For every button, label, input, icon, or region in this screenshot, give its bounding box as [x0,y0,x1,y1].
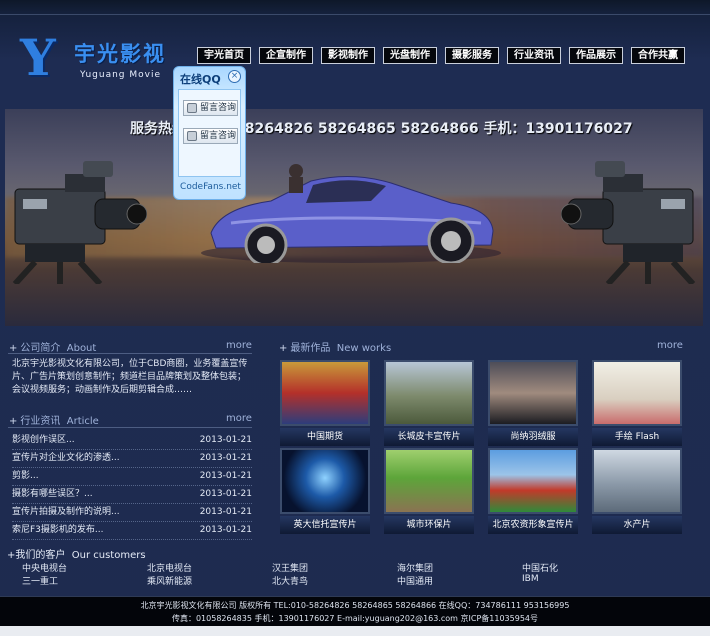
work-thumbnail [488,360,578,426]
article-row[interactable]: 宣传片对企业文化的渗透... 2013-01-21 [12,450,252,468]
main-nav: 宇光首页 企宣制作 影视制作 光盘制作 摄影服务 行业资讯 作品展示 合作共赢 [197,47,685,64]
work-thumbnail [592,448,682,514]
nav-works[interactable]: 作品展示 [569,47,623,64]
nav-photography[interactable]: 摄影服务 [445,47,499,64]
logo-mark: Y [20,28,56,87]
work-item[interactable]: 北京农资形象宣传片 [488,448,578,534]
article-list: 影视创作误区... 2013-01-21 宣传片对企业文化的渗透... 2013-0… [12,432,252,540]
page: Y 宇光影视 Yuguang Movie 宇光首页 企宣制作 影视制作 光盘制作… [0,0,710,636]
top-divider [0,14,710,15]
message-consult-label: 留言咨询 [200,103,237,113]
work-item[interactable]: 手绘 Flash [592,360,682,446]
about-heading: + 公司简介 About [9,343,97,354]
about-divider [8,353,252,354]
message-consult-label-2: 留言咨询 [200,131,237,141]
customer-name: 海尔集团 [397,564,434,574]
online-qq-panel: 在线QQ × 留言咨询 留言咨询 CodeFans.net [173,66,246,200]
article-row[interactable]: 影视创作误区... 2013-01-21 [12,432,252,450]
qq-panel-credit[interactable]: CodeFans.net [174,182,247,192]
work-caption: 英大信托宣传片 [280,516,370,534]
logo-name-cn: 宇光影视 [74,42,166,66]
work-caption: 水产片 [592,516,682,534]
message-icon [187,131,197,141]
work-item[interactable]: 长城皮卡宣传片 [384,360,474,446]
about-text: 北京宇光影视文化有限公司，位于CBD商圈，业务覆盖宣传片、广告片策划创意制作；频… [12,359,248,395]
work-caption: 尚纳羽绒服 [488,428,578,446]
hero-banner: 服务热线：010-58264826 58264865 58264866 手机：1… [5,109,703,326]
work-item[interactable]: 尚纳羽绒服 [488,360,578,446]
nav-disc-production[interactable]: 光盘制作 [383,47,437,64]
work-caption: 手绘 Flash [592,428,682,446]
qq-panel-title: 在线QQ [180,73,221,86]
site-logo[interactable]: Y 宇光影视 Yuguang Movie [20,32,190,84]
article-row[interactable]: 索尼F3摄影机的发布... 2013-01-21 [12,522,252,540]
work-item[interactable]: 水产片 [592,448,682,534]
customer-name: 中国石化 [522,564,559,574]
articles-divider [8,427,252,428]
close-icon[interactable]: × [228,70,241,83]
left-camera-icon [12,161,147,284]
article-row[interactable]: 宣传片拍摄及制作的说明... 2013-01-21 [12,504,252,522]
qq-panel-body: 留言咨询 留言咨询 [178,89,241,177]
works-more-link[interactable]: more [657,340,683,351]
customer-name: 汉王集团 [272,564,309,574]
car-image [201,164,501,263]
work-thumbnail [384,360,474,426]
footer-line-1: 北京宇光影视文化有限公司 版权所有 TEL:010-58264826 58264… [140,601,570,610]
plus-icon: + [9,416,18,427]
customers-heading: +我们的客户 Our customers [7,550,146,561]
work-thumbnail [280,360,370,426]
bottom-strip [0,626,710,636]
customer-name: 北京电视台 [147,564,193,574]
about-more-link[interactable]: more [226,340,252,351]
work-caption: 长城皮卡宣传片 [384,428,474,446]
article-row[interactable]: 剪影... 2013-01-21 [12,468,252,486]
message-consult-button-2[interactable]: 留言咨询 [183,128,238,144]
plus-icon: + [279,343,288,354]
article-row[interactable]: 摄影有哪些误区？... 2013-01-21 [12,486,252,504]
nav-film-production[interactable]: 影视制作 [321,47,375,64]
customer-name: 乘风新能源 [147,577,193,587]
nav-home[interactable]: 宇光首页 [197,47,251,64]
footer-line-2: 传真：01058264835 手机：13901176027 E-mail:yug… [171,614,539,623]
logo-name-en: Yuguang Movie [80,70,162,80]
work-thumbnail [488,448,578,514]
work-item[interactable]: 城市环保片 [384,448,474,534]
nav-industry-news[interactable]: 行业资讯 [507,47,561,64]
work-caption: 中国期货 [280,428,370,446]
work-caption: 北京农资形象宣传片 [488,516,578,534]
work-thumbnail [592,360,682,426]
nav-corporate-video[interactable]: 企宣制作 [259,47,313,64]
message-consult-button[interactable]: 留言咨询 [183,100,238,116]
customer-name: 三一重工 [22,577,59,587]
nav-cooperation[interactable]: 合作共赢 [631,47,685,64]
articles-heading: + 行业资讯 Article [9,416,99,427]
work-thumbnail [384,448,474,514]
right-camera-icon [561,161,696,284]
work-caption: 城市环保片 [384,516,474,534]
customer-name: 中国通用 [397,577,434,587]
customer-name: IBM [522,574,539,584]
works-heading: + 最新作品 New works [279,343,392,354]
site-footer: 北京宇光影视文化有限公司 版权所有 TEL:010-58264826 58264… [0,596,710,626]
work-item[interactable]: 中国期货 [280,360,370,446]
message-icon [187,103,197,113]
customer-name: 北大青鸟 [272,577,309,587]
customer-name: 中央电视台 [22,564,68,574]
work-thumbnail [280,448,370,514]
work-item[interactable]: 英大信托宣传片 [280,448,370,534]
articles-more-link[interactable]: more [226,413,252,424]
